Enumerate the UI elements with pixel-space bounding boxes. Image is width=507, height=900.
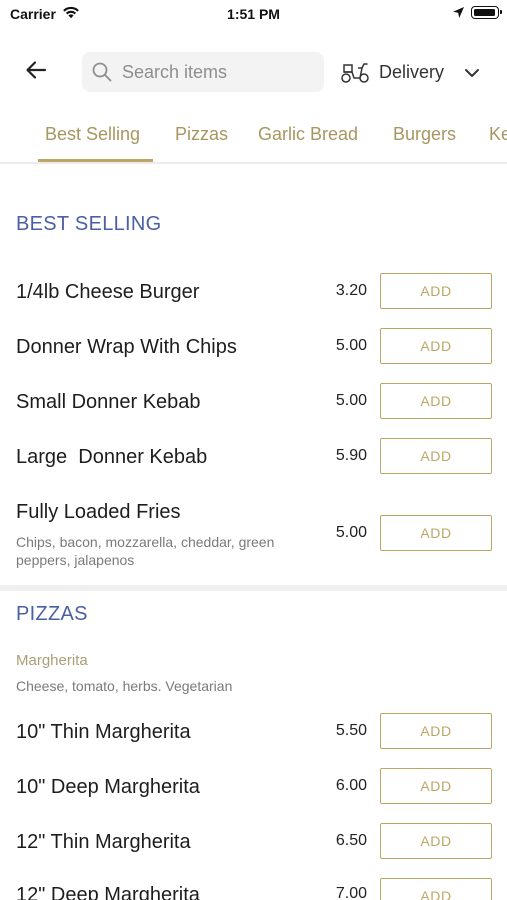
item-name: Fully Loaded Fries — [16, 501, 181, 523]
item-price: 5.00 — [335, 524, 367, 541]
section-title-pizzas: PIZZAS — [16, 603, 88, 625]
active-tab-indicator — [38, 159, 153, 162]
delivery-label: Delivery — [379, 61, 445, 82]
add-button[interactable]: ADD — [380, 383, 492, 419]
clock: 1:51 PM — [227, 6, 280, 22]
add-button[interactable]: ADD — [380, 713, 492, 749]
search-icon — [91, 61, 113, 88]
item-name: 10" Deep Margherita — [16, 776, 200, 798]
item-price: 7.00 — [335, 885, 367, 900]
search-input[interactable] — [122, 52, 317, 92]
item-name: 12" Deep Margherita — [16, 884, 200, 900]
add-button[interactable]: ADD — [380, 878, 492, 900]
arrow-left-icon — [24, 58, 48, 87]
tab-garlic-bread[interactable]: Garlic Bread — [258, 124, 358, 145]
tab-pizzas[interactable]: Pizzas — [175, 124, 228, 145]
back-button[interactable] — [20, 56, 52, 88]
subcategory-title: Margherita — [16, 652, 88, 669]
add-button[interactable]: ADD — [380, 438, 492, 474]
delivery-mode-selector[interactable]: Delivery — [340, 52, 490, 92]
add-button[interactable]: ADD — [380, 328, 492, 364]
chevron-down-icon — [464, 65, 480, 83]
tab-best-selling[interactable]: Best Selling — [45, 124, 140, 145]
item-name: Donner Wrap With Chips — [16, 336, 237, 358]
status-bar: Carrier 1:51 PM — [0, 0, 507, 30]
tab-burgers[interactable]: Burgers — [393, 124, 456, 145]
section-title-best-selling: BEST SELLING — [16, 213, 162, 235]
battery-icon — [471, 6, 502, 19]
item-name: Large Donner Kebab — [16, 446, 208, 468]
location-arrow-icon — [452, 6, 465, 24]
header: Delivery — [0, 44, 507, 100]
item-price: 6.00 — [335, 777, 367, 794]
item-price: 3.20 — [335, 282, 367, 299]
scooter-icon — [340, 60, 370, 84]
item-price: 5.90 — [335, 447, 367, 464]
item-price: 5.50 — [335, 722, 367, 739]
subcategory-description: Cheese, tomato, herbs. Vegetarian — [16, 678, 233, 694]
section-divider — [0, 585, 507, 591]
item-price: 5.00 — [335, 337, 367, 354]
item-name: 12" Thin Margherita — [16, 831, 191, 853]
item-name: 1/4lb Cheese Burger — [16, 281, 200, 303]
item-price: 6.50 — [335, 832, 367, 849]
item-description: Chips, bacon, mozzarella, cheddar, green… — [16, 534, 275, 568]
item-name: Small Donner Kebab — [16, 391, 201, 413]
add-button[interactable]: ADD — [380, 768, 492, 804]
search-bar[interactable] — [82, 52, 324, 92]
tab-kebabs[interactable]: Ke — [489, 124, 507, 145]
item-name: 10" Thin Margherita — [16, 721, 191, 743]
add-button[interactable]: ADD — [380, 515, 492, 551]
category-tabs: Best Selling Pizzas Garlic Bread Burgers… — [0, 112, 507, 164]
item-price: 5.00 — [335, 392, 367, 409]
add-button[interactable]: ADD — [380, 273, 492, 309]
add-button[interactable]: ADD — [380, 823, 492, 859]
